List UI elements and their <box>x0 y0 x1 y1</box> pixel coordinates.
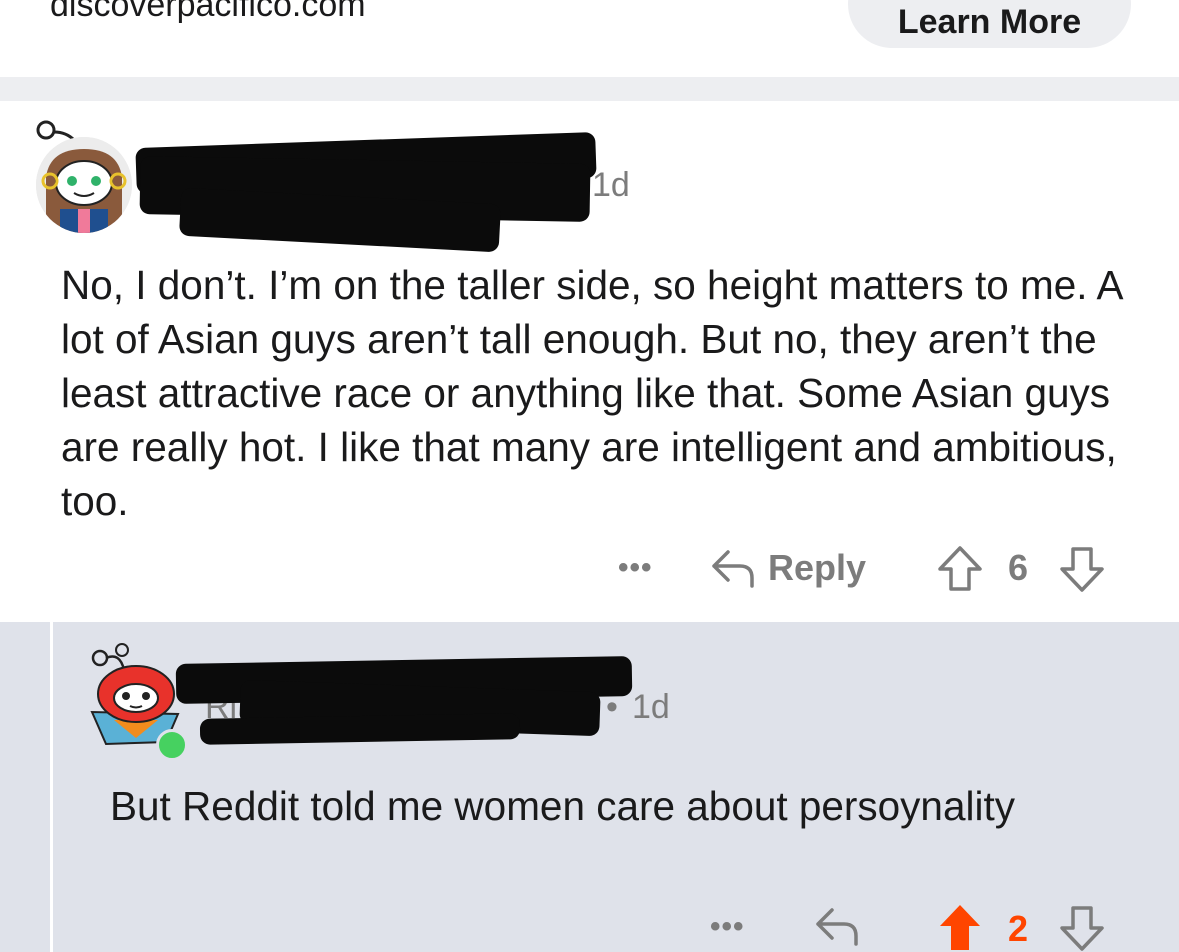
comment-actions: ••• 2 <box>0 900 1179 952</box>
snoo-avatar-icon <box>36 137 132 233</box>
downvote-outline-icon[interactable] <box>1058 545 1106 593</box>
reply-arrow-icon <box>712 550 754 588</box>
comment-body: But Reddit told me women care about pers… <box>110 783 1015 829</box>
downvote-outline-icon[interactable] <box>1058 904 1106 952</box>
more-options-button[interactable]: ••• <box>710 910 745 944</box>
reply-arrow-icon[interactable] <box>814 906 860 946</box>
reply-label: Reply <box>768 547 867 588</box>
meta-separator: • <box>606 688 618 726</box>
ad-domain[interactable]: discoverpacifico.com <box>50 0 366 25</box>
comment-body: No, I don’t. I’m on the taller side, so … <box>61 262 1122 524</box>
vote-count: 6 <box>1008 547 1029 588</box>
upvote-filled-icon[interactable] <box>936 902 984 950</box>
comment-timestamp: 1d <box>592 166 630 204</box>
learn-more-button[interactable]: Learn More <box>848 0 1131 48</box>
online-status-dot <box>156 729 188 761</box>
promoted-ad-footer: discoverpacifico.com Learn More <box>0 0 1179 77</box>
comment-timestamp: 1d <box>632 688 670 726</box>
reply-button[interactable]: Reply <box>710 547 866 589</box>
avatar[interactable] <box>36 137 132 233</box>
upvote-outline-icon[interactable] <box>936 545 984 593</box>
section-divider <box>0 77 1179 101</box>
more-options-button[interactable]: ••• <box>618 551 653 585</box>
vote-count: 2 <box>1008 908 1029 949</box>
comment-actions: ••• Reply 6 <box>0 545 1179 595</box>
